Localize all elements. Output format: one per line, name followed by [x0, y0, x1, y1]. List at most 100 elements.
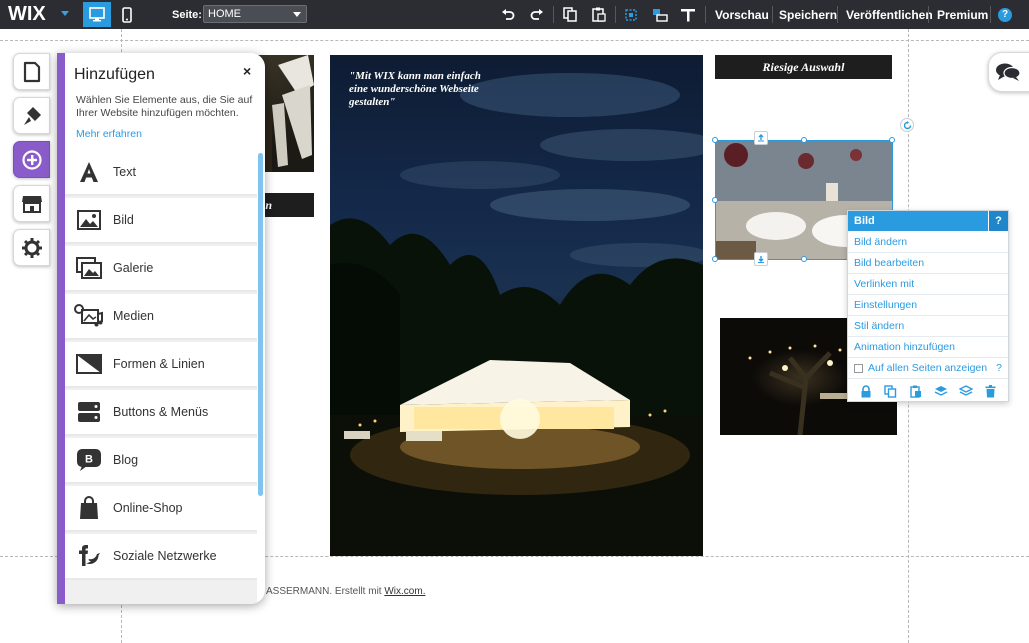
snap-to-object-button[interactable]	[649, 4, 671, 25]
add-item-blog[interactable]: B Blog	[65, 438, 257, 484]
resize-handle-sw[interactable]	[712, 256, 718, 262]
add-item-label: Medien	[113, 309, 154, 323]
hero-quote[interactable]: "Mit WIX kann man einfach eine wundersch…	[349, 70, 489, 109]
send-backward-icon[interactable]	[958, 383, 974, 399]
store-icon	[21, 195, 42, 213]
wix-logo[interactable]: WIX	[8, 3, 46, 26]
menu-item-edit-image[interactable]: Bild bearbeiten	[848, 253, 1008, 274]
page-icon	[23, 61, 40, 82]
pages-menu-button[interactable]	[13, 53, 50, 90]
desktop-view-button[interactable]	[83, 2, 111, 27]
show-all-pages-label: Auf allen Seiten anzeigen	[868, 362, 988, 374]
brush-icon	[23, 106, 41, 125]
rulers-button[interactable]	[677, 4, 699, 25]
shopping-bag-icon	[65, 485, 113, 531]
menu-item-add-animation[interactable]: Animation hinzufügen	[848, 337, 1008, 358]
redo-icon	[530, 8, 543, 20]
footer-link[interactable]: Wix.com.	[384, 586, 425, 597]
bring-forward-icon[interactable]	[933, 383, 949, 399]
gallery-icon	[65, 245, 113, 291]
undo-button[interactable]	[497, 4, 519, 25]
add-item-shapes[interactable]: Formen & Linien	[65, 342, 257, 388]
svg-text:B: B	[85, 454, 93, 466]
add-item-label: Bild	[113, 213, 134, 227]
arrow-down-icon	[758, 256, 764, 263]
logo-dropdown-icon[interactable]	[61, 11, 69, 16]
stretch-down-button[interactable]	[754, 252, 768, 266]
page-select[interactable]: HOME	[203, 5, 307, 23]
add-item-buttons-menus[interactable]: Buttons & Menüs	[65, 390, 257, 436]
add-menu-button[interactable]	[13, 141, 50, 178]
context-menu-title: Bild	[848, 211, 1008, 231]
gridlines-button[interactable]	[620, 4, 642, 25]
mobile-icon	[122, 6, 132, 23]
preview-button[interactable]: Vorschau	[715, 8, 769, 22]
add-item-social[interactable]: Soziale Netzwerke	[65, 534, 257, 580]
learn-more-link[interactable]: Mehr erfahren	[76, 128, 142, 140]
chat-help-button[interactable]	[988, 52, 1029, 92]
paste-icon	[592, 7, 606, 22]
ruler-icon	[681, 8, 695, 21]
chat-bubbles-icon	[996, 63, 1021, 81]
copy-button[interactable]	[559, 4, 581, 25]
night-tent-illustration	[330, 73, 703, 556]
add-item-media[interactable]: Medien	[65, 294, 257, 340]
add-item-image[interactable]: Bild	[65, 198, 257, 244]
image-context-menu: Bild ? Bild ändern Bild bearbeiten Verli…	[847, 210, 1009, 402]
stretch-up-button[interactable]	[754, 131, 768, 145]
add-item-online-shop[interactable]: Online-Shop	[65, 486, 257, 532]
duplicate-icon[interactable]	[883, 383, 899, 399]
add-item-label: Blog	[113, 453, 139, 467]
show-all-pages-help[interactable]: ?	[996, 362, 1002, 374]
rotate-button[interactable]	[900, 118, 914, 132]
menu-item-change-style[interactable]: Stil ändern	[848, 316, 1008, 337]
show-all-pages-checkbox[interactable]	[854, 363, 863, 373]
desktop-icon	[89, 7, 105, 22]
toolbar-divider	[615, 6, 616, 23]
rotate-icon	[903, 120, 911, 129]
resize-handle-s[interactable]	[801, 256, 807, 262]
save-button[interactable]: Speichern	[779, 8, 837, 22]
top-bar: WIX Seite: HOME Vorschau Speichern Veröf…	[0, 0, 1029, 29]
menu-item-change-image[interactable]: Bild ändern	[848, 232, 1008, 253]
design-menu-button[interactable]	[13, 97, 50, 134]
close-icon[interactable]: ×	[243, 63, 251, 79]
text-banner-left[interactable]: en	[258, 193, 314, 217]
copy-icon	[563, 7, 577, 22]
mobile-view-button[interactable]	[113, 2, 141, 27]
add-item-gallery[interactable]: Galerie	[65, 246, 257, 292]
context-help-button[interactable]: ?	[988, 211, 1008, 231]
app-market-button[interactable]	[13, 185, 50, 222]
paste-icon[interactable]	[908, 383, 924, 399]
trash-icon[interactable]	[983, 383, 999, 399]
menu-item-link-to[interactable]: Verlinken mit	[848, 274, 1008, 295]
resize-handle-w[interactable]	[712, 197, 718, 203]
toolbar-divider	[990, 6, 991, 23]
image-icon	[65, 197, 113, 243]
premium-button[interactable]: Premium	[937, 8, 988, 22]
media-icon	[65, 293, 113, 339]
panel-scrollbar[interactable]	[258, 153, 263, 496]
add-item-text[interactable]: Text	[65, 150, 257, 196]
help-button[interactable]: ?	[998, 8, 1012, 22]
toolbar-divider	[928, 6, 929, 23]
gear-icon	[21, 237, 42, 258]
chairs-photo[interactable]	[258, 55, 314, 172]
publish-button[interactable]: Veröffentlichen	[846, 8, 933, 22]
toolbar-divider	[837, 6, 838, 23]
text-banner-right[interactable]: Riesige Auswahl	[715, 55, 892, 79]
main-tent-photo[interactable]: "Mit WIX kann man einfach eine wundersch…	[330, 55, 703, 556]
resize-handle-nw[interactable]	[712, 137, 718, 143]
settings-menu-button[interactable]	[13, 229, 50, 266]
buttons-menus-icon	[65, 389, 113, 435]
resize-handle-n[interactable]	[801, 137, 807, 143]
resize-handle-ne[interactable]	[889, 137, 895, 143]
context-toolbar	[848, 380, 1008, 402]
show-on-all-pages-option[interactable]: Auf allen Seiten anzeigen ?	[848, 358, 1008, 379]
menu-item-settings[interactable]: Einstellungen	[848, 295, 1008, 316]
paste-button[interactable]	[588, 4, 610, 25]
arrow-up-icon	[758, 134, 764, 142]
lock-icon[interactable]	[858, 383, 874, 399]
redo-button[interactable]	[526, 4, 548, 25]
add-item-label: Text	[113, 165, 136, 179]
